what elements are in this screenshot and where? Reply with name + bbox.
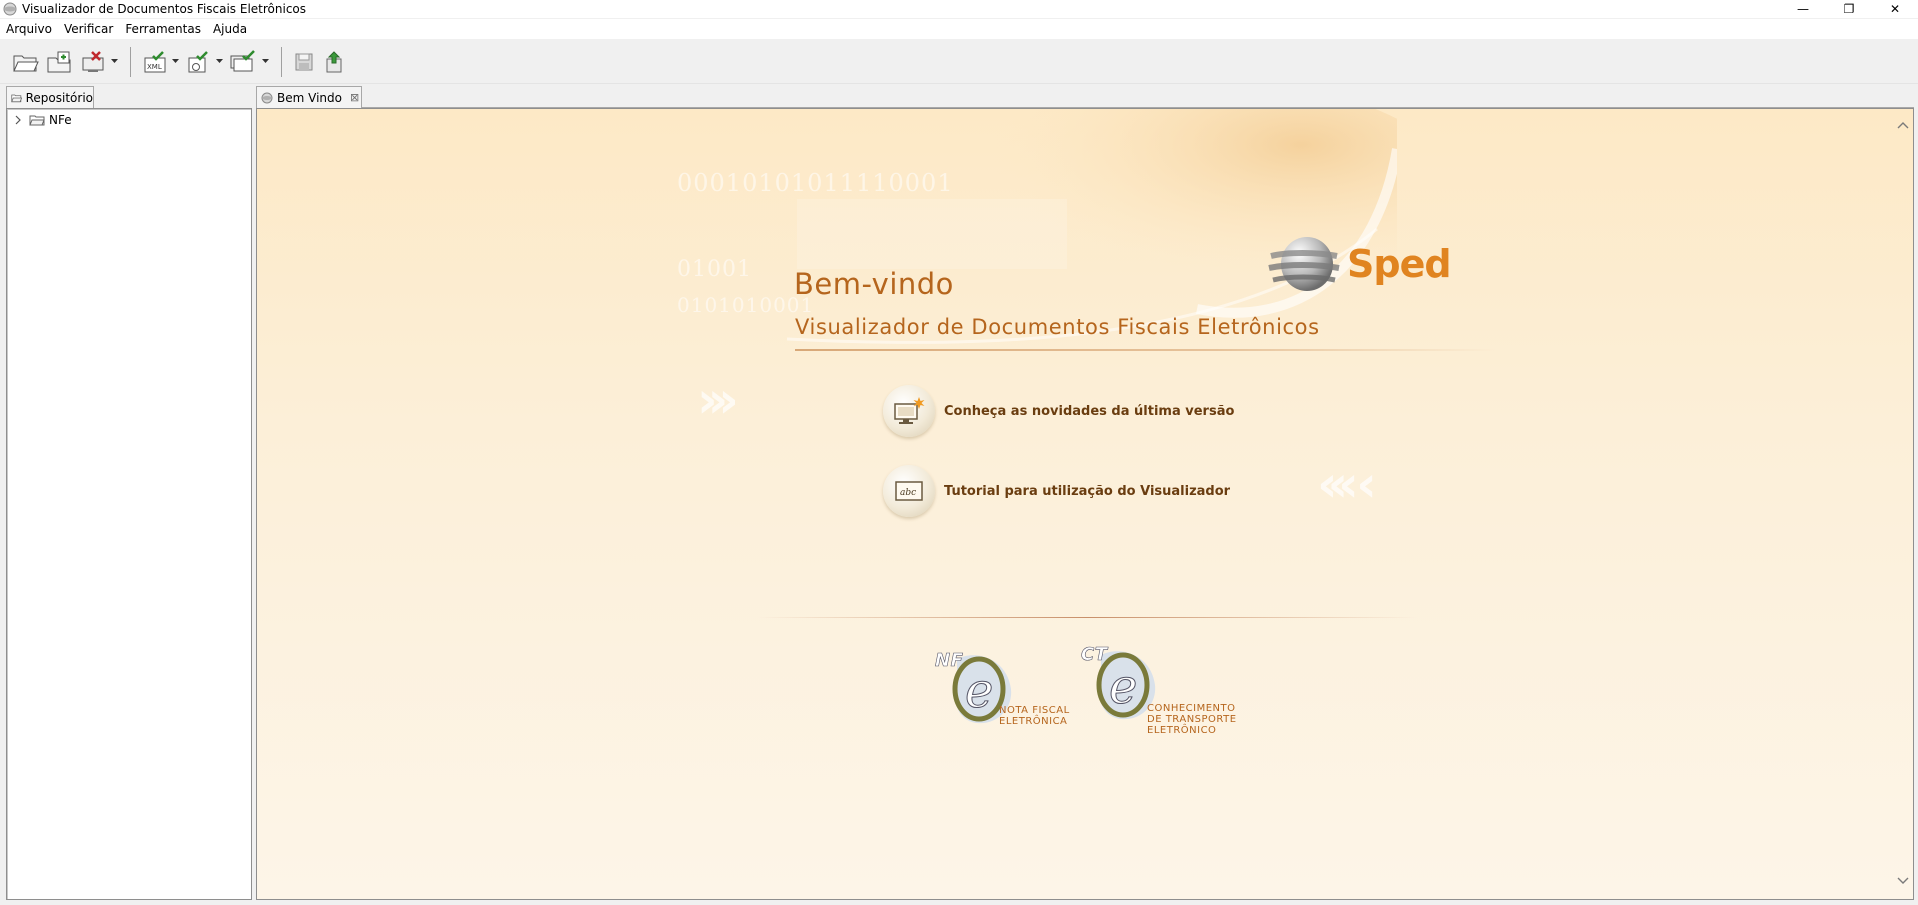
menu-ferramentas[interactable]: Ferramentas [119,19,207,39]
verify-batch-dropdown-arrow[interactable] [261,45,269,79]
tab-repositorio-label: Repositório [25,90,93,105]
toolbar: XML [0,40,1918,84]
menu-bar: Arquivo Verificar Ferramentas Ajuda [0,19,1918,39]
nfe-logo: e NF NOTA FISCAL ELETRÔNICA [935,649,1069,732]
menu-verificar[interactable]: Verificar [58,19,119,39]
xml-check-icon: XML [144,50,166,72]
verify-xml-button[interactable]: XML [141,45,169,79]
abc-tutorial-icon: abc [883,465,935,517]
verify-signature-dropdown-arrow[interactable] [215,45,223,79]
welcome-subtitle: Visualizador de Documentos Fiscais Eletr… [795,315,1320,339]
welcome-tab-icon [261,92,273,103]
restore-button[interactable]: ❐ [1826,0,1872,18]
export-icon [326,50,342,72]
monitor-news-icon [883,385,935,437]
nfe-caption-line-1: NOTA FISCAL [999,705,1070,716]
tutorial-link[interactable]: abc Tutorial para utilização do Visualiz… [883,465,1230,517]
chevrons-left-decoration: ‹‹‹ ‹ [1317,455,1377,513]
binary-text-2: 01001 [677,257,752,282]
open-button[interactable] [12,45,40,79]
folder-icon [29,115,45,126]
window-title: Visualizador de Documentos Fiscais Eletr… [22,2,307,16]
tab-bem-vindo-label: Bem Vindo [277,90,342,105]
repository-tree[interactable]: NFe [6,108,252,900]
toolbar-separator [281,46,282,77]
cte-caption-line-3: ELETRÔNICO [1147,725,1217,736]
save-disk-icon [295,53,313,70]
welcome-heading: Bem-vindo [794,267,954,301]
tutorial-link-label[interactable]: Tutorial para utilização do Visualizador [944,484,1230,499]
dropdown-arrow-icon [261,59,269,63]
news-link[interactable]: Conheça as novidades da última versão [883,385,1234,437]
chevrons-right-decoration: ››› [697,371,739,429]
section-divider [757,617,1417,618]
binary-text-1: 00010101011110001 [677,169,954,197]
import-button[interactable] [46,45,74,79]
verify-xml-dropdown-arrow[interactable] [171,45,179,79]
folder-icon [11,94,22,102]
tree-node-nfe[interactable]: NFe [13,111,72,129]
minimize-button[interactable]: — [1780,0,1826,18]
scroll-down-arrow[interactable] [1897,877,1909,889]
folder-import-icon [47,51,71,72]
remove-dropdown-arrow[interactable] [110,45,118,79]
editor-area: Bem Vindo ⊠ 00010101011110001 01001 0101… [256,84,1914,900]
cte-logo: e CT CONHECIMENTO DE TRANSPORTE ELETRÔNI… [1081,644,1236,736]
nfe-caption-line-2: ELETRÔNICA [999,716,1068,727]
batch-check-icon [230,49,255,71]
export-button[interactable] [322,45,346,79]
repository-panel: Repositório NFe [4,84,252,900]
sped-globe-icon [1268,237,1340,291]
welcome-page: 00010101011110001 01001 0101010001 Sped … [256,108,1914,900]
toolbar-separator [130,46,131,77]
cte-caption-line-2: DE TRANSPORTE [1147,714,1237,725]
cte-logo-mark: CT [1081,644,1108,665]
chevron-right-icon[interactable] [13,115,23,125]
tab-repositorio[interactable]: Repositório [6,86,94,108]
dropdown-arrow-icon [171,59,179,63]
title-bar: Visualizador de Documentos Fiscais Eletr… [0,0,1918,18]
verify-signature-button[interactable] [185,45,213,79]
remove-button[interactable] [80,45,108,79]
dropdown-arrow-icon [110,59,118,63]
news-link-label[interactable]: Conheça as novidades da última versão [944,404,1234,419]
chevron-down-icon [1897,877,1909,884]
signature-check-icon [188,50,208,72]
window-controls: — ❐ ✕ [1780,0,1918,18]
verify-batch-button[interactable] [229,45,259,79]
menu-arquivo[interactable]: Arquivo [0,19,58,39]
sped-logo: Sped [1267,234,1452,294]
remove-document-icon [82,50,104,72]
svg-text:e: e [1109,659,1137,715]
svg-text:XML: XML [147,63,162,71]
tree-node-label: NFe [49,113,72,127]
open-folder-icon [13,55,39,71]
scroll-up-arrow[interactable] [1897,121,1909,133]
nfe-logo-mark: NF [935,650,964,671]
close-button[interactable]: ✕ [1872,0,1918,18]
chevron-up-icon [1897,122,1909,129]
nfe-logo-caption: NOTA FISCAL ELETRÔNICA [999,705,1089,727]
tab-close-icon[interactable]: ⊠ [350,91,359,104]
cte-logo-caption: CONHECIMENTO DE TRANSPORTE ELETRÔNICO [1147,703,1257,736]
dropdown-arrow-icon [215,59,223,63]
menu-ajuda[interactable]: Ajuda [207,19,253,39]
svg-text:e: e [965,663,993,719]
app-icon [3,2,17,16]
sped-brand-text: Sped [1347,242,1452,286]
save-button[interactable] [292,45,316,79]
subtitle-underline [795,349,1495,351]
svg-text:abc: abc [900,488,916,498]
cte-caption-line-1: CONHECIMENTO [1147,703,1236,714]
tab-bem-vindo[interactable]: Bem Vindo ⊠ [256,86,362,108]
